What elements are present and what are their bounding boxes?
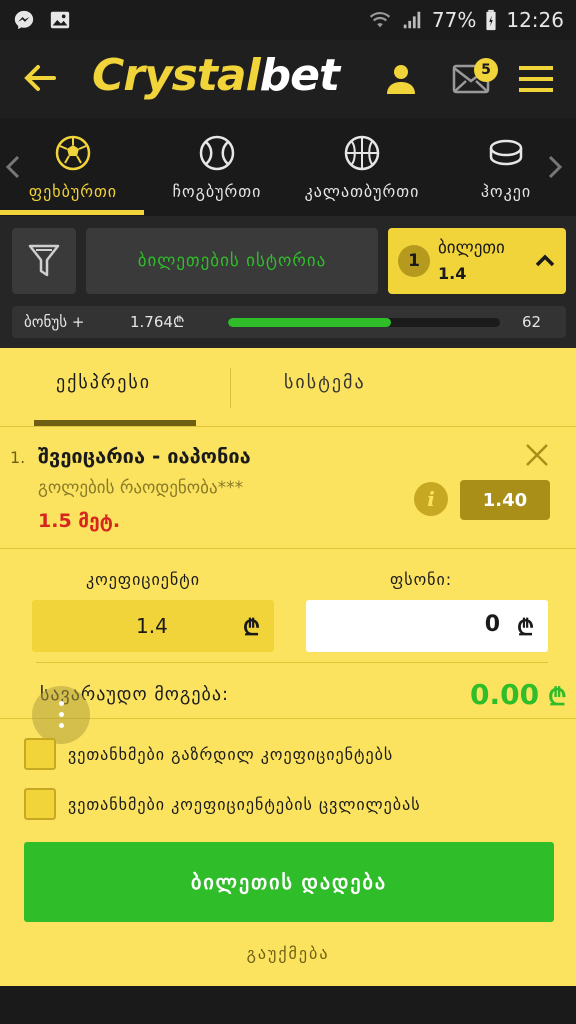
sport-tab-label: ჩოგბურთი: [172, 182, 262, 201]
betslip-panel: ექსპრესი სისტემა 1. შვეიცარია - იაპონია …: [0, 348, 576, 986]
gallery-icon: [50, 11, 70, 29]
brand-logo[interactable]: Crystalbet: [92, 50, 340, 101]
bonus-progress-fill: [228, 318, 392, 327]
divider: [0, 426, 576, 427]
sport-tab-label: კალათბურთი: [304, 182, 420, 201]
sports-nav: ფეხბურთი ჩოგბურთი კალათბურთი ჰოკეი: [0, 118, 576, 216]
menu-icon[interactable]: [518, 62, 554, 96]
sport-tab-label: ჰოკეი: [480, 182, 532, 201]
sport-tab-label: ფეხბურთი: [28, 182, 118, 201]
accept-odds-changes-label: ვეთანხმები კოეფიციენტების ცვლილებას: [68, 794, 421, 814]
coefficient-label: კოეფიციენტი: [86, 570, 201, 589]
ticket-total-odd: 1.4: [438, 264, 467, 283]
remove-bet-close-icon[interactable]: [524, 442, 550, 468]
clock: 12:26: [506, 8, 564, 32]
coefficient-field: 1.4 ₾: [32, 600, 274, 652]
bet-event-title: შვეიცარია - იაპონია: [38, 444, 251, 468]
accept-increased-odds-label: ვეთანხმები გაზრდილ კოეფიციენტებს: [68, 744, 394, 764]
signal-icon: [403, 11, 421, 29]
accept-increased-odds-checkbox[interactable]: [24, 738, 56, 770]
chevron-right-icon[interactable]: [546, 154, 564, 180]
ticket-count-badge: 1: [398, 245, 430, 277]
lari-currency-icon: ₾: [517, 616, 534, 641]
filter-button[interactable]: [12, 228, 76, 294]
accept-increased-odds-row[interactable]: ვეთანხმები გაზრდილ კოეფიციენტებს: [24, 738, 393, 770]
betslip-toggle-button[interactable]: 1 ბილეთი 1.4: [388, 228, 566, 294]
wifi-icon: [369, 12, 390, 28]
stake-value: 0: [484, 612, 500, 637]
sport-tab-football[interactable]: ფეხბურთი: [18, 118, 128, 216]
bet-selection: 1.5 მეტ.: [38, 510, 121, 532]
sport-tab-hockey[interactable]: ჰოკეი: [468, 118, 544, 216]
battery-icon: [486, 9, 496, 31]
ticket-bar: ბილეთების ისტორია 1 ბილეთი 1.4 ბონუს + 1…: [0, 216, 576, 348]
divider: [36, 662, 548, 663]
chevron-up-icon: [535, 254, 555, 267]
possible-win-value: 0.00: [470, 678, 540, 711]
bet-odd-badge: 1.40: [460, 480, 550, 520]
stake-label: ფსონი:: [390, 570, 453, 589]
stake-input[interactable]: 0 ₾: [306, 600, 548, 652]
lari-currency-icon: ₾: [243, 616, 260, 641]
bonus-label: ბონუს +: [24, 313, 85, 331]
accept-odds-changes-row[interactable]: ვეთანხმები კოეფიციენტების ცვლილებას: [24, 788, 421, 820]
status-bar: 77% 12:26: [0, 0, 576, 40]
messenger-icon: [14, 10, 34, 30]
lari-currency-icon: ₾: [548, 683, 567, 711]
more-dot-icon: [59, 723, 64, 728]
sport-tab-basketball[interactable]: კალათბურთი: [296, 118, 428, 216]
bottom-bar: [0, 986, 576, 1024]
sport-tab-tennis[interactable]: ჩოგბურთი: [160, 118, 274, 216]
info-icon[interactable]: i: [414, 482, 448, 516]
hockey-puck-icon: [489, 139, 523, 166]
brand-logo-part1: Crystal: [92, 50, 261, 101]
tab-express[interactable]: ექსპრესი: [56, 372, 151, 393]
brand-logo-part2: bet: [259, 50, 340, 101]
more-dot-icon: [59, 701, 64, 706]
floating-more-button[interactable]: [32, 686, 90, 744]
accept-odds-changes-checkbox[interactable]: [24, 788, 56, 820]
active-sport-indicator: [0, 210, 144, 215]
bet-market: გოლების რაოდენობა***: [38, 478, 244, 498]
divider: [0, 548, 576, 549]
soccer-ball-icon: [55, 135, 91, 171]
cancel-button[interactable]: გაუქმება: [0, 944, 576, 963]
bet-index: 1.: [10, 448, 26, 467]
betslip-tabs: ექსპრესი სისტემა: [0, 348, 576, 426]
battery-percent: 77%: [431, 8, 477, 32]
funnel-icon: [28, 244, 60, 277]
bonus-amount: 1.764₾: [130, 313, 185, 331]
coefficient-value: 1.4: [136, 614, 168, 638]
tennis-ball-icon: [199, 135, 235, 171]
ticket-label: ბილეთი: [438, 238, 505, 258]
tab-system[interactable]: სისტემა: [284, 372, 366, 393]
bonus-count: 62: [522, 313, 542, 331]
mail-count-badge: 5: [474, 58, 498, 82]
tab-divider: [230, 368, 231, 408]
user-icon[interactable]: [384, 62, 418, 96]
more-dot-icon: [59, 712, 64, 717]
bonus-progress-bar: [228, 318, 500, 327]
basketball-icon: [344, 135, 380, 171]
ticket-history-button[interactable]: ბილეთების ისტორია: [86, 228, 378, 294]
place-bet-button[interactable]: ბილეთის დადება: [24, 842, 554, 922]
bonus-progress-row: ბონუს + 1.764₾ 62: [12, 306, 566, 338]
back-arrow-icon[interactable]: [20, 58, 60, 98]
